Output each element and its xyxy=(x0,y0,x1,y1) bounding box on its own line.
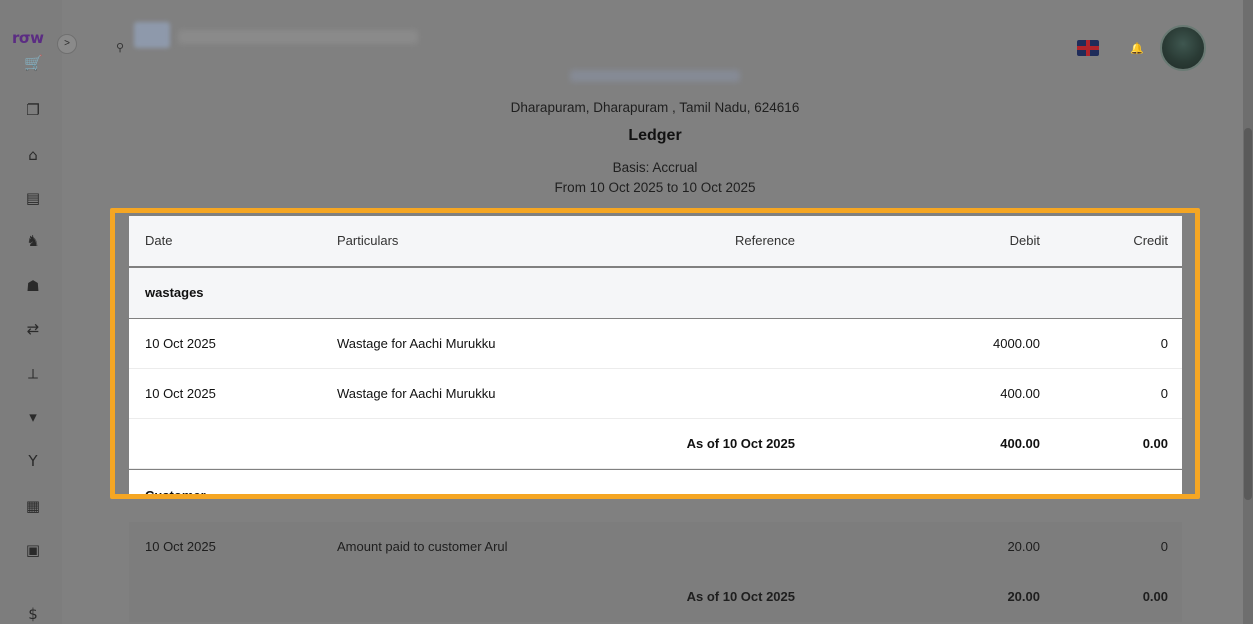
company-logo xyxy=(134,22,170,48)
bell-icon[interactable]: 🔔 xyxy=(1130,42,1144,55)
total-label: As of 10 Oct 2025 xyxy=(686,589,795,604)
contact-icon[interactable]: ▣ xyxy=(24,541,42,559)
uk-flag-icon[interactable] xyxy=(1077,40,1099,56)
table-total-row: As of 10 Oct 2025 20.00 0.00 xyxy=(129,572,1182,622)
sidebar: rσw 🛒 ❐ ⌂ ▤ ♞ ☗ ⇄ ⟂ ▾ Y ▦ ▣ $ xyxy=(0,0,62,624)
row-credit: 0 xyxy=(1160,386,1168,401)
user-check-icon[interactable]: ♞ xyxy=(24,232,42,250)
group-header-customer: Customer xyxy=(129,470,1182,497)
scrollbar-thumb[interactable] xyxy=(1244,128,1252,500)
transfer-icon[interactable]: ⇄ xyxy=(24,320,42,338)
row-particulars: Amount paid to customer Arul xyxy=(337,539,508,554)
header-date: Date xyxy=(145,233,173,248)
row-credit: 0 xyxy=(1160,336,1168,351)
header-particulars: Particulars xyxy=(337,233,399,248)
row-credit: 0 xyxy=(1160,539,1168,554)
avatar[interactable] xyxy=(1160,25,1206,71)
table-row[interactable]: 10 Oct 2025 Amount paid to customer Arul… xyxy=(129,522,1182,572)
row-date: 10 Oct 2025 xyxy=(145,336,216,351)
group-header-wastages: wastages xyxy=(129,268,1182,318)
row-debit: 4000.00 xyxy=(993,336,1040,351)
total-credit: 0.00 xyxy=(1142,436,1168,451)
trash-icon[interactable]: ▾ xyxy=(24,408,42,426)
filter-icon[interactable]: Y xyxy=(24,452,42,470)
row-debit: 20.00 xyxy=(1007,539,1040,554)
app-logo[interactable]: rσw xyxy=(12,29,44,47)
header-reference: Reference xyxy=(735,233,795,248)
page-title: Ledger xyxy=(628,127,682,144)
table-header: Date Particulars Reference Debit Credit xyxy=(129,216,1182,266)
table-total-row: As of 10 Oct 2025 400.00 0.00 xyxy=(129,419,1182,469)
row-debit: 400.00 xyxy=(1000,386,1040,401)
chevron-right-icon[interactable]: > xyxy=(57,34,77,54)
scrollbar[interactable] xyxy=(1243,0,1253,624)
table-row[interactable]: 10 Oct 2025 Wastage for Aachi Murukku 40… xyxy=(129,319,1182,369)
group-name: Customer xyxy=(145,488,206,497)
header-credit: Credit xyxy=(1133,233,1168,248)
report-basis: Basis: Accrual xyxy=(612,160,698,175)
total-credit: 0.00 xyxy=(1142,589,1168,604)
calculator-icon[interactable]: ▦ xyxy=(24,497,42,515)
table-row[interactable]: 10 Oct 2025 Wastage for Aachi Murukku 40… xyxy=(129,369,1182,419)
money-icon[interactable]: $ xyxy=(24,605,42,623)
chart-icon[interactable]: ⟂ xyxy=(24,365,42,383)
row-particulars: Wastage for Aachi Murukku xyxy=(337,336,496,351)
total-label: As of 10 Oct 2025 xyxy=(686,436,795,451)
total-debit: 400.00 xyxy=(1000,436,1040,451)
company-address: Dharapuram, Dharapuram , Tamil Nadu, 624… xyxy=(510,100,800,115)
row-particulars: Wastage for Aachi Murukku xyxy=(337,386,496,401)
search-icon[interactable]: ⚲ xyxy=(116,41,124,54)
row-date: 10 Oct 2025 xyxy=(145,386,216,401)
header-debit: Debit xyxy=(1009,233,1040,248)
report-date-range: From 10 Oct 2025 to 10 Oct 2025 xyxy=(554,180,756,195)
company-name-blurred xyxy=(178,30,418,44)
total-debit: 20.00 xyxy=(1007,589,1040,604)
cart-icon[interactable]: 🛒 xyxy=(24,54,43,72)
users-icon[interactable]: ☗ xyxy=(24,277,42,295)
company-title-blurred xyxy=(570,70,740,82)
row-date: 10 Oct 2025 xyxy=(145,539,216,554)
group-name: wastages xyxy=(145,285,204,300)
